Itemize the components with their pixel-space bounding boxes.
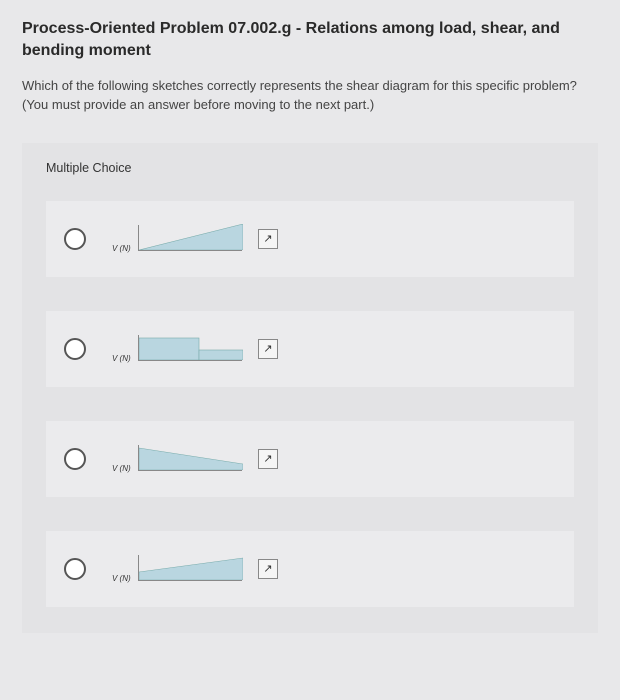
multiple-choice-label: Multiple Choice [46, 157, 574, 175]
expand-icon[interactable]: ↗ [258, 339, 278, 359]
shape-triangle-rising [139, 224, 243, 250]
shape-trapezoid-falling [139, 444, 243, 470]
shear-diagram-c: V (N) [110, 439, 248, 479]
option-a[interactable]: V (N) ↗ [46, 201, 574, 277]
shear-diagram-a: V (N) [110, 219, 248, 259]
shear-diagram-b: V (N) [110, 329, 248, 369]
axis-label-b: V (N) [112, 354, 131, 363]
expand-icon[interactable]: ↗ [258, 449, 278, 469]
diagram-wrap-c: V (N) ↗ [110, 439, 278, 479]
problem-prompt: Which of the following sketches correctl… [22, 77, 598, 115]
radio-a[interactable] [64, 228, 86, 250]
shape-trapezoid-rising [139, 554, 243, 580]
axis-box [138, 225, 242, 251]
radio-d[interactable] [64, 558, 86, 580]
option-d[interactable]: V (N) ↗ [46, 531, 574, 607]
problem-title: Process-Oriented Problem 07.002.g - Rela… [22, 18, 598, 61]
multiple-choice-block: Multiple Choice V (N) ↗ V (N) [22, 143, 598, 633]
axis-box [138, 335, 242, 361]
shear-diagram-d: V (N) [110, 549, 248, 589]
option-c[interactable]: V (N) ↗ [46, 421, 574, 497]
axis-label-c: V (N) [112, 464, 131, 473]
diagram-wrap-a: V (N) ↗ [110, 219, 278, 259]
expand-icon[interactable]: ↗ [258, 559, 278, 579]
diagram-wrap-d: V (N) ↗ [110, 549, 278, 589]
axis-box [138, 555, 242, 581]
radio-c[interactable] [64, 448, 86, 470]
axis-box [138, 445, 242, 471]
expand-icon[interactable]: ↗ [258, 229, 278, 249]
option-b[interactable]: V (N) ↗ [46, 311, 574, 387]
diagram-wrap-b: V (N) ↗ [110, 329, 278, 369]
radio-b[interactable] [64, 338, 86, 360]
axis-label-a: V (N) [112, 244, 131, 253]
axis-label-d: V (N) [112, 574, 131, 583]
shape-step [139, 334, 243, 360]
